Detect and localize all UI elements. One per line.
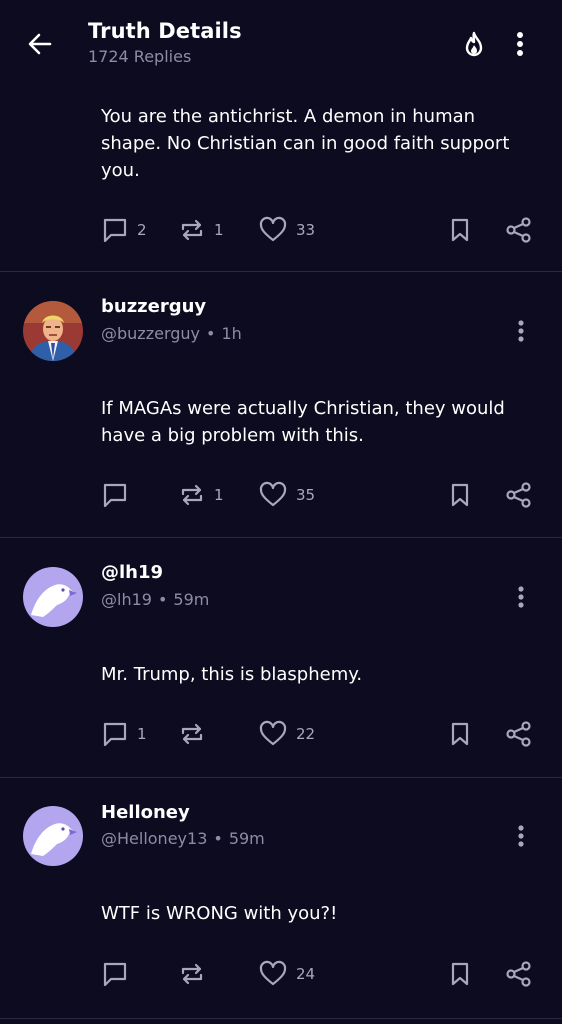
flame-icon bbox=[465, 31, 483, 57]
retruth-button[interactable] bbox=[178, 717, 214, 751]
handle[interactable]: @lh19 bbox=[101, 590, 152, 609]
like-count: 22 bbox=[296, 725, 316, 743]
post-text: WTF is WRONG with you?! bbox=[101, 903, 338, 924]
share-icon bbox=[506, 482, 531, 508]
share-button[interactable] bbox=[504, 717, 534, 751]
arrow-left-icon bbox=[28, 33, 52, 55]
post-meta: @buzzerguy • 1h bbox=[101, 324, 242, 343]
more-vertical-icon bbox=[517, 32, 523, 56]
post-more-button[interactable] bbox=[507, 818, 535, 854]
separator-dot: • bbox=[213, 829, 223, 848]
reply-button[interactable]: 1 bbox=[101, 717, 147, 751]
reply-post: Helloney @Helloney13 • 59m WTF is WRONG wi… bbox=[0, 778, 562, 1019]
avatar[interactable] bbox=[23, 806, 83, 866]
repost-arrows-icon bbox=[181, 219, 203, 241]
speech-bubble-icon bbox=[103, 483, 127, 508]
bookmark-icon bbox=[451, 483, 469, 507]
bookmark-button[interactable] bbox=[446, 478, 474, 512]
timestamp: 1h bbox=[221, 324, 242, 343]
post-more-button[interactable] bbox=[507, 313, 535, 349]
header-more-button[interactable] bbox=[506, 26, 534, 62]
display-name[interactable]: Helloney bbox=[101, 802, 190, 823]
handle[interactable]: @buzzerguy bbox=[101, 324, 200, 343]
post-actions: 1 35 bbox=[0, 478, 562, 512]
back-button[interactable] bbox=[22, 26, 58, 62]
share-icon bbox=[506, 721, 531, 747]
repost-arrows-icon bbox=[181, 484, 203, 506]
repost-arrows-icon bbox=[181, 963, 203, 985]
reply-count: 1 bbox=[137, 725, 147, 743]
bookmark-button[interactable] bbox=[446, 717, 474, 751]
eagle-avatar-image bbox=[23, 806, 83, 866]
share-icon bbox=[506, 217, 531, 243]
portrait-avatar-image bbox=[23, 301, 83, 361]
repost-arrows-icon bbox=[181, 723, 203, 745]
trending-button[interactable] bbox=[457, 28, 491, 62]
like-count: 33 bbox=[296, 221, 316, 239]
like-button[interactable]: 22 bbox=[258, 717, 315, 751]
reply-button[interactable]: 2 bbox=[101, 213, 147, 247]
speech-bubble-icon bbox=[103, 722, 127, 747]
heart-icon bbox=[259, 720, 287, 746]
like-count: 24 bbox=[296, 965, 316, 983]
post-text: If MAGAs were actually Christian, they w… bbox=[101, 398, 505, 446]
heart-icon bbox=[259, 216, 287, 242]
bookmark-icon bbox=[451, 722, 469, 746]
post-text: You are the antichrist. A demon in human… bbox=[101, 106, 510, 181]
bookmark-button[interactable] bbox=[446, 213, 474, 247]
reply-post: @lh19 @lh19 • 59m Mr. Trump, this is blasp… bbox=[0, 538, 562, 778]
eagle-avatar-image bbox=[23, 567, 83, 627]
share-button[interactable] bbox=[504, 957, 534, 991]
retruth-count: 1 bbox=[214, 221, 224, 239]
heart-icon bbox=[259, 960, 287, 986]
reply-button[interactable] bbox=[101, 957, 137, 991]
share-icon bbox=[506, 961, 531, 987]
like-button[interactable]: 35 bbox=[258, 478, 315, 512]
post-text: Mr. Trump, this is blasphemy. bbox=[101, 664, 363, 685]
reply-count-label: 1724 Replies bbox=[88, 47, 192, 66]
post-meta: @lh19 • 59m bbox=[101, 590, 209, 609]
handle[interactable]: @Helloney13 bbox=[101, 829, 207, 848]
timestamp: 59m bbox=[173, 590, 210, 609]
timestamp: 59m bbox=[228, 829, 265, 848]
avatar[interactable] bbox=[23, 301, 83, 361]
post-actions: 24 bbox=[0, 957, 562, 991]
share-button[interactable] bbox=[504, 213, 534, 247]
reply-post: You are the antichrist. A demon in human… bbox=[0, 86, 562, 272]
bookmark-icon bbox=[451, 218, 469, 242]
retruth-count: 1 bbox=[214, 486, 224, 504]
reply-button[interactable] bbox=[101, 478, 137, 512]
share-button[interactable] bbox=[504, 478, 534, 512]
retruth-button[interactable]: 1 bbox=[178, 213, 224, 247]
separator-dot: • bbox=[157, 590, 168, 609]
bookmark-button[interactable] bbox=[446, 957, 474, 991]
avatar[interactable] bbox=[23, 567, 83, 627]
bookmark-icon bbox=[451, 962, 469, 986]
speech-bubble-icon bbox=[103, 962, 127, 987]
separator-dot: • bbox=[206, 324, 216, 343]
post-meta: @Helloney13 • 59m bbox=[101, 829, 265, 848]
post-more-button[interactable] bbox=[507, 579, 535, 615]
page-title: Truth Details bbox=[88, 19, 242, 43]
like-button[interactable]: 24 bbox=[258, 957, 315, 991]
heart-icon bbox=[259, 481, 287, 507]
like-button[interactable]: 33 bbox=[258, 213, 315, 247]
more-vertical-icon bbox=[518, 586, 524, 608]
post-actions: 1 22 bbox=[0, 717, 562, 751]
display-name[interactable]: buzzerguy bbox=[101, 296, 206, 317]
reply-count: 2 bbox=[137, 221, 147, 239]
post-actions: 2 1 33 bbox=[0, 213, 562, 247]
display-name[interactable]: @lh19 bbox=[101, 562, 163, 583]
retruth-button[interactable] bbox=[178, 957, 214, 991]
retruth-button[interactable]: 1 bbox=[178, 478, 224, 512]
speech-bubble-icon bbox=[103, 218, 127, 243]
top-bar: Truth Details 1724 Replies bbox=[0, 0, 562, 86]
more-vertical-icon bbox=[518, 825, 524, 847]
reply-post: buzzerguy @buzzerguy • 1h If MAGAs were ac… bbox=[0, 272, 562, 538]
more-vertical-icon bbox=[518, 320, 524, 342]
like-count: 35 bbox=[296, 486, 316, 504]
